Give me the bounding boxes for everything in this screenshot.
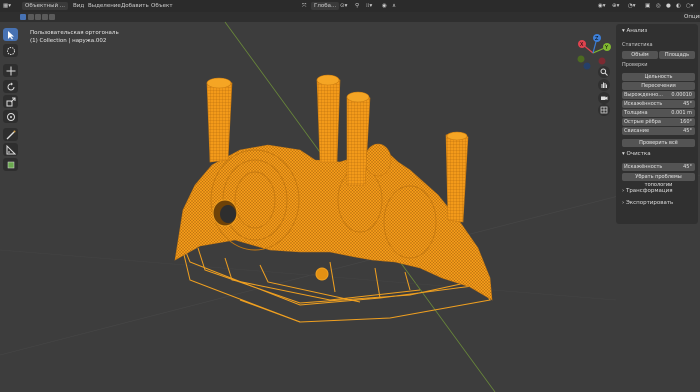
svg-text:X: X <box>580 42 584 48</box>
collection-info: (1) Collection | наружа.002 <box>30 38 107 44</box>
pan-hand-icon[interactable] <box>598 79 610 91</box>
cleanup-title: Очистка <box>626 151 651 157</box>
sharp-edges-label: Острые рёбра <box>624 119 661 125</box>
sharp-edges-field[interactable]: Острые рёбра 160° <box>622 118 695 126</box>
stats-title: Статистика <box>622 42 653 48</box>
thickness-label: Толщина <box>624 110 648 116</box>
overhang-value: 45° <box>683 128 692 134</box>
select-tool-icon[interactable] <box>3 28 18 41</box>
overhang-label: Свисание <box>624 128 650 134</box>
make-manifold-button[interactable]: Убрать проблемы топологии <box>622 173 695 188</box>
distorted-label: Искажённость <box>624 101 663 107</box>
section-export[interactable]: › Экспортировать <box>622 200 673 206</box>
cleanup-distorted-value: 45° <box>683 164 692 170</box>
thickness-value: 0.001 m <box>671 110 692 116</box>
section-cleanup[interactable]: ▾ Очистка <box>622 151 651 157</box>
annotate-tool-icon[interactable] <box>3 128 18 141</box>
viewport-info: Пользовательская ортогональ (1) Collecti… <box>30 29 119 45</box>
intersections-button[interactable]: Пересечения <box>622 82 695 90</box>
check-all-button[interactable]: Проверить всё <box>622 139 695 147</box>
section-analyze[interactable]: ▾ Анализ <box>622 28 647 34</box>
checks-title: Проверки <box>622 62 648 68</box>
degenerate-label: Вырожденно... <box>624 92 664 98</box>
sharp-edges-value: 160° <box>679 119 692 125</box>
solid-button[interactable]: Цельность <box>622 73 695 81</box>
cleanup-distorted-label: Искажённость <box>624 164 663 170</box>
view-name: Пользовательская ортогональ <box>30 30 119 36</box>
degenerate-field[interactable]: Вырожденно... 0.00010 <box>622 91 695 99</box>
perspective-grid-icon[interactable] <box>598 104 610 116</box>
svg-text:Z: Z <box>595 36 599 42</box>
section-transform[interactable]: › Трансформация <box>622 188 673 194</box>
scale-tool-icon[interactable] <box>3 95 18 108</box>
camera-icon[interactable] <box>598 92 610 104</box>
volume-button[interactable]: Объём <box>622 51 658 59</box>
distorted-value: 45° <box>683 101 692 107</box>
transform-tool-icon[interactable] <box>3 110 18 123</box>
cursor-tool-icon[interactable] <box>3 44 18 57</box>
export-title: Экспортировать <box>625 200 674 206</box>
rotate-tool-icon[interactable] <box>3 80 18 93</box>
thickness-field[interactable]: Толщина 0.001 m <box>622 109 695 117</box>
add-cube-tool-icon[interactable] <box>3 158 18 171</box>
overhang-field[interactable]: Свисание 45° <box>622 127 695 135</box>
move-tool-icon[interactable] <box>3 64 18 77</box>
distorted-field[interactable]: Искажённость 45° <box>622 100 695 108</box>
zoom-icon[interactable] <box>598 66 610 78</box>
degenerate-value: 0.00010 <box>671 92 692 98</box>
cleanup-distorted-field[interactable]: Искажённость 45° <box>622 163 695 171</box>
measure-tool-icon[interactable] <box>3 143 18 156</box>
area-button[interactable]: Площадь <box>659 51 695 59</box>
analyze-title: Анализ <box>626 28 648 34</box>
transform-title: Трансформация <box>625 188 673 194</box>
